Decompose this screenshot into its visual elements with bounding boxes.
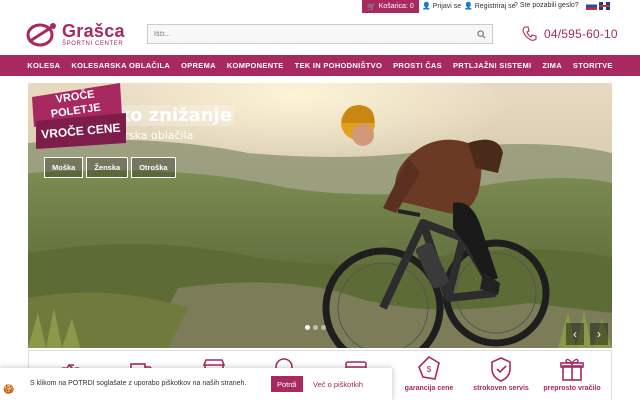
gift-box-icon xyxy=(560,358,584,381)
hero-button-moska[interactable]: Moška xyxy=(44,157,84,178)
nav-item-zima[interactable]: ZIMA xyxy=(537,55,568,76)
feature-item: $ garancija cene xyxy=(394,355,464,392)
hero-button-otroska[interactable]: Otroška xyxy=(131,157,176,178)
chevron-left-icon: ‹ xyxy=(573,327,577,341)
cookie-accept-button[interactable]: Potrdi xyxy=(271,376,303,392)
nav-item-kolesa[interactable]: KOLESA xyxy=(22,55,66,76)
nav-item-storitve[interactable]: STORITVE xyxy=(567,55,618,76)
brand-tagline: ŠPORTNI CENTER xyxy=(62,40,124,47)
slider-next-button[interactable]: › xyxy=(590,323,608,345)
cart-button[interactable]: 🛒 Košarica: 0 xyxy=(362,0,419,13)
forgot-label: Ste pozabili geslo? xyxy=(519,2,579,9)
phone-number: 04/595-60-10 xyxy=(544,27,618,41)
shield-check-icon xyxy=(491,357,511,382)
logo-bike-icon xyxy=(26,23,56,47)
login-link[interactable]: 👤 Prijavi se xyxy=(422,2,462,11)
feature-label: strokoven servis xyxy=(473,385,529,392)
feature-item: preprosto vračilo xyxy=(537,355,607,392)
user-plus-icon: 👤 xyxy=(464,3,473,10)
register-label: Registriraj se xyxy=(474,2,516,10)
main-nav: KOLESA KOLESARSKA OBLAČILA OPREMA KOMPON… xyxy=(0,55,640,76)
nav-item-oprema[interactable]: OPREMA xyxy=(176,55,222,76)
svg-text:$: $ xyxy=(427,365,432,374)
search-bar xyxy=(147,24,493,44)
search-input[interactable] xyxy=(148,25,470,43)
nav-item-prosti-cas[interactable]: PROSTI ČAS xyxy=(388,55,448,76)
hero-button-zenska[interactable]: Ženska xyxy=(86,157,129,178)
nav-item-prtljazni-sistemi[interactable]: PRTLJAŽNI SISTEMI xyxy=(447,55,536,76)
brand-name: Grašca xyxy=(62,20,125,41)
language-si-flag-icon[interactable] xyxy=(586,2,597,10)
nav-item-tek-in-pohodnistvo[interactable]: TEK IN POHODNIŠTVO xyxy=(289,55,388,76)
cookie-more-link[interactable]: Več o piškotkih xyxy=(313,380,363,389)
price-tag-icon: $ xyxy=(418,355,440,380)
slider-prev-button[interactable]: ‹ xyxy=(566,323,584,345)
nav-item-kolesarska-oblacila[interactable]: KOLESARSKA OBLAČILA xyxy=(66,55,176,76)
cart-label: Košarica: 0 xyxy=(378,3,414,10)
logo[interactable]: Grašca ŠPORTNI CENTER xyxy=(26,20,136,48)
slider-dots xyxy=(305,325,326,330)
cookie-text: S klikom na POTRDI soglašate z uporabo p… xyxy=(30,380,247,387)
slider-dot[interactable] xyxy=(321,325,326,330)
feature-item: strokoven servis xyxy=(466,355,536,392)
login-label: Prijavi se xyxy=(432,2,462,10)
user-icon: 👤 xyxy=(422,3,431,10)
feature-label: preprosto vračilo xyxy=(543,385,601,392)
cookie-icon: 🍪 xyxy=(3,384,15,394)
language-en-flag-icon[interactable] xyxy=(599,2,610,10)
register-link[interactable]: 👤 Registriraj se xyxy=(464,2,516,11)
search-button[interactable] xyxy=(470,25,492,43)
feature-label: garancija cene xyxy=(404,385,454,392)
phone-icon xyxy=(522,26,537,41)
cookie-banner: 🍪 S klikom na POTRDI soglašate z uporabo… xyxy=(0,368,392,400)
hero-slider[interactable]: Sezonsko znižanje Poletna kolesarska obl… xyxy=(28,83,612,348)
search-icon xyxy=(476,29,486,39)
top-bar: 🛒 Košarica: 0 👤 Prijavi se 👤 Registriraj… xyxy=(0,0,640,14)
promo-badge: VROČE POLETJE VROČE CENE xyxy=(32,83,126,149)
nav-item-komponente[interactable]: KOMPONENTE xyxy=(221,55,289,76)
chevron-right-icon: › xyxy=(597,327,601,341)
forgot-password-link[interactable]: ? Ste pozabili geslo? xyxy=(514,2,579,9)
slider-dot[interactable] xyxy=(305,325,310,330)
phone-contact: 04/595-60-10 xyxy=(522,24,618,44)
cart-icon: 🛒 xyxy=(367,3,376,11)
question-icon: ? xyxy=(514,2,518,9)
slider-dot[interactable] xyxy=(313,325,318,330)
